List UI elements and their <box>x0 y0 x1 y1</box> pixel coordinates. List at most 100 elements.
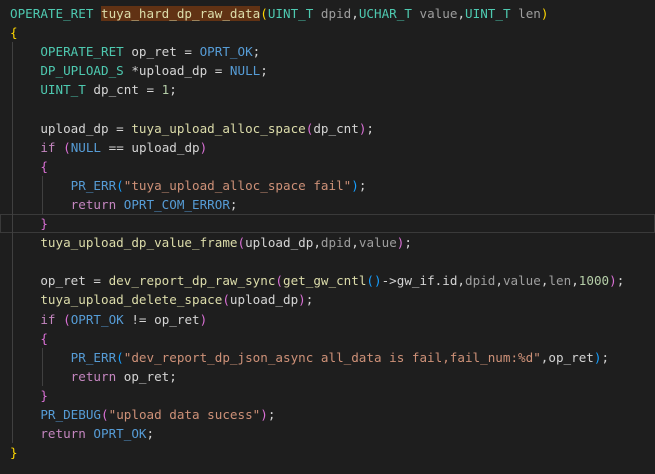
code-line[interactable]: PR_ERR("dev_report_dp_json_async all_dat… <box>0 347 655 367</box>
indent-guide <box>12 252 13 272</box>
code-token: DP_UPLOAD_S <box>40 63 132 79</box>
code-token: dp_cnt <box>93 82 139 98</box>
code-token: OPERATE_RET <box>10 6 101 21</box>
code-line[interactable]: } <box>0 214 655 234</box>
code-token: op_ret <box>123 368 170 384</box>
code-token: ; <box>146 426 155 442</box>
code-token: ; <box>404 235 412 251</box>
code-token: ; <box>169 368 177 384</box>
code-line[interactable]: op_ret = dev_report_dp_raw_sync(get_gw_c… <box>0 271 655 291</box>
code-token: OPERATE_RET <box>40 44 132 60</box>
code-line[interactable]: PR_ERR("tuya_upload_alloc_space fail"); <box>0 175 655 195</box>
code-token: != <box>123 311 155 327</box>
code-line[interactable] <box>0 99 655 119</box>
indent-guide <box>42 347 43 367</box>
indent-guide <box>12 404 13 425</box>
code-token: OPRT_OK <box>199 44 253 60</box>
code-token: upload_dp <box>40 120 109 136</box>
indent-guide <box>42 194 43 215</box>
code-token: ( <box>55 139 71 155</box>
indent-guide <box>12 80 13 100</box>
code-token: } <box>10 445 18 461</box>
code-line[interactable]: OPERATE_RET tuya_hard_dp_raw_data(UINT_T… <box>0 4 655 23</box>
code-token: ; <box>267 406 276 422</box>
code-token: , <box>313 235 321 251</box>
indent-guide <box>12 99 13 119</box>
code-token: OPRT_COM_ERROR <box>123 196 230 212</box>
code-line[interactable]: return OPRT_OK; <box>0 424 655 444</box>
code-token: { <box>40 158 48 174</box>
code-line[interactable]: if (OPRT_OK != op_ret) <box>0 309 655 329</box>
code-token: ; <box>260 63 268 79</box>
code-token: len <box>548 273 572 289</box>
indent-guide <box>12 194 13 215</box>
code-line[interactable]: if (NULL == upload_dp) <box>0 137 655 157</box>
code-token: tuya_upload_alloc_space <box>131 120 306 136</box>
code-line[interactable]: OPERATE_RET op_ret = OPRT_OK; <box>0 42 655 62</box>
code-token: , <box>495 273 503 289</box>
code-token: ) <box>298 292 306 308</box>
code-token: , <box>351 6 359 21</box>
code-token: ( <box>101 406 109 422</box>
code-line[interactable]: { <box>0 156 655 176</box>
code-token: = <box>138 82 162 98</box>
code-token: *upload_dp <box>131 63 208 79</box>
code-token: ( <box>237 235 246 251</box>
code-token: ( <box>260 6 268 21</box>
code-token: } <box>40 387 48 403</box>
code-token: tuya_hard_dp_raw_data <box>101 6 261 21</box>
code-line[interactable]: return OPRT_COM_ERROR; <box>0 194 655 215</box>
code-token: ) <box>540 6 549 21</box>
code-token: tuya_upload_delete_space <box>40 292 223 308</box>
code-line[interactable]: } <box>0 385 655 405</box>
code-token: len <box>518 6 541 21</box>
indent-guide <box>12 233 13 253</box>
code-line[interactable] <box>0 252 655 272</box>
code-line[interactable]: upload_dp = tuya_upload_alloc_space(dp_c… <box>0 118 655 138</box>
code-token: value <box>358 235 397 251</box>
indent-guide <box>12 328 13 348</box>
code-token: ( <box>275 273 283 289</box>
code-line[interactable]: UINT_T dp_cnt = 1; <box>0 80 655 100</box>
code-token: ) <box>609 273 617 289</box>
code-token: dpid <box>320 235 352 251</box>
code-token: get_gw_cntl <box>283 273 367 289</box>
code-token: = <box>176 44 200 60</box>
indent-guide <box>12 214 13 234</box>
code-token: UINT_T <box>40 82 94 98</box>
code-line[interactable]: tuya_upload_delete_space(upload_dp); <box>0 290 655 310</box>
code-token: dpid <box>465 273 496 289</box>
indent-guide <box>12 290 13 310</box>
code-token: ; <box>252 44 261 60</box>
code-token: op_ret <box>154 311 200 327</box>
indent-guide <box>12 366 13 386</box>
code-token: if <box>40 311 56 327</box>
code-token: ( <box>116 177 124 193</box>
code-line[interactable]: return op_ret; <box>0 366 655 386</box>
code-token: "upload data sucess" <box>108 406 261 422</box>
code-line[interactable]: { <box>0 328 655 348</box>
code-token: 1000 <box>578 273 610 289</box>
code-token: = <box>207 63 230 79</box>
code-line[interactable]: PR_DEBUG("upload data sucess"); <box>0 404 655 425</box>
code-line[interactable]: } <box>0 443 655 462</box>
code-token: ) <box>199 139 208 155</box>
code-token: = <box>108 120 132 136</box>
code-token: == <box>101 139 132 155</box>
indent-guide <box>12 309 13 329</box>
code-editor[interactable]: OPERATE_RET tuya_hard_dp_raw_data(UINT_T… <box>0 0 655 474</box>
code-token: { <box>10 25 18 41</box>
code-token: dpid <box>320 6 352 21</box>
code-token: dp_cnt <box>313 120 359 136</box>
indent-guide <box>12 42 13 62</box>
code-line[interactable]: { <box>0 23 655 42</box>
code-line[interactable]: tuya_upload_dp_value_frame(upload_dp,dpi… <box>0 233 655 253</box>
code-line[interactable]: DP_UPLOAD_S *upload_dp = NULL; <box>0 61 655 81</box>
